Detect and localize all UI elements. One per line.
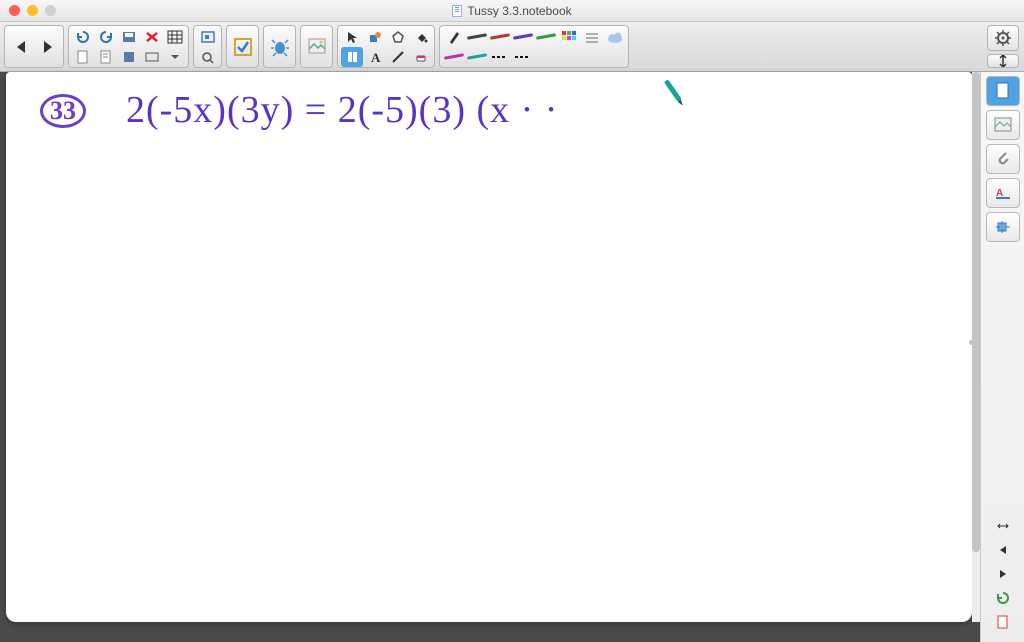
- pointer-tool[interactable]: [341, 27, 363, 47]
- expand-button[interactable]: [987, 54, 1019, 68]
- cloud-button[interactable]: [604, 27, 626, 47]
- side-resize[interactable]: [993, 517, 1013, 535]
- settings-button[interactable]: [987, 25, 1019, 51]
- select-tool[interactable]: [341, 47, 363, 67]
- side-panel: A: [980, 72, 1024, 642]
- titlebar: Tussy 3.3.notebook: [0, 0, 1024, 22]
- gallery-group: [300, 25, 333, 68]
- open-button[interactable]: [95, 47, 117, 67]
- menu-dropdown[interactable]: [164, 47, 186, 67]
- capture-button[interactable]: [197, 27, 219, 47]
- shape-tool[interactable]: [364, 27, 386, 47]
- side-next[interactable]: [993, 565, 1013, 583]
- view-group: [193, 25, 222, 68]
- fill-tool[interactable]: [410, 27, 432, 47]
- tab-addons[interactable]: [986, 212, 1020, 242]
- line-tool[interactable]: [387, 47, 409, 67]
- redo-button[interactable]: [95, 27, 117, 47]
- poly-tool[interactable]: [387, 27, 409, 47]
- side-prev[interactable]: [993, 541, 1013, 559]
- problem-number: 33: [40, 94, 86, 128]
- side-refresh[interactable]: [993, 589, 1013, 607]
- file-group: [68, 25, 189, 68]
- creature-tool[interactable]: [267, 27, 293, 66]
- document-icon: [452, 5, 462, 17]
- eraser-tool[interactable]: [410, 47, 432, 67]
- save-as-button[interactable]: [118, 47, 140, 67]
- pen-dash2[interactable]: [512, 47, 534, 67]
- pen-magenta[interactable]: [443, 47, 465, 67]
- problem-number-text: 33: [50, 96, 76, 126]
- line-style[interactable]: [581, 27, 603, 47]
- text-tool[interactable]: A: [364, 47, 386, 67]
- back-button[interactable]: [8, 27, 34, 67]
- scrollbar-thumb[interactable]: [972, 72, 980, 552]
- tab-gallery[interactable]: [986, 110, 1020, 140]
- zoom-button[interactable]: [197, 47, 219, 67]
- tab-attachments[interactable]: [986, 144, 1020, 174]
- notebook-page[interactable]: 33 2(-5x)(3y) = 2(-5)(3) (x · ·: [6, 72, 972, 622]
- svg-text:A: A: [371, 50, 381, 64]
- toolbar-right: [984, 22, 1022, 71]
- pen-tool[interactable]: [443, 27, 465, 47]
- canvas-area: 33 2(-5x)(3y) = 2(-5)(3) (x · ·: [0, 72, 980, 642]
- check-group: [226, 25, 259, 68]
- undo-button[interactable]: [72, 27, 94, 47]
- window-title-text: Tussy 3.3.notebook: [467, 4, 571, 18]
- pen-cursor-icon: [664, 79, 685, 106]
- screen-button[interactable]: [141, 47, 163, 67]
- table-button[interactable]: [164, 27, 186, 47]
- select-tools-group: A: [337, 25, 435, 68]
- forward-button[interactable]: [35, 27, 61, 67]
- pen-black[interactable]: [466, 27, 488, 47]
- pen-red[interactable]: [489, 27, 511, 47]
- save-button[interactable]: [118, 27, 140, 47]
- gallery-button[interactable]: [304, 27, 330, 66]
- handwriting-equation: 2(-5x)(3y) = 2(-5)(3) (x · ·: [126, 88, 558, 132]
- pen-green[interactable]: [535, 27, 557, 47]
- pens-group: [439, 25, 629, 68]
- window-title: Tussy 3.3.notebook: [0, 4, 1024, 18]
- checkbox-tool[interactable]: [230, 27, 256, 66]
- pen-blue[interactable]: [512, 27, 534, 47]
- scrollbar-track[interactable]: [972, 72, 980, 622]
- toolbar: A: [0, 22, 1024, 72]
- side-link[interactable]: [993, 613, 1013, 631]
- color-grid[interactable]: [558, 27, 580, 47]
- tab-properties[interactable]: A: [986, 178, 1020, 208]
- tab-page-sorter[interactable]: [986, 76, 1020, 106]
- creature-group: [263, 25, 296, 68]
- new-page-button[interactable]: [72, 47, 94, 67]
- pen-dash1[interactable]: [489, 47, 511, 67]
- delete-button[interactable]: [141, 27, 163, 47]
- nav-group: [4, 25, 64, 68]
- pen-teal[interactable]: [466, 47, 488, 67]
